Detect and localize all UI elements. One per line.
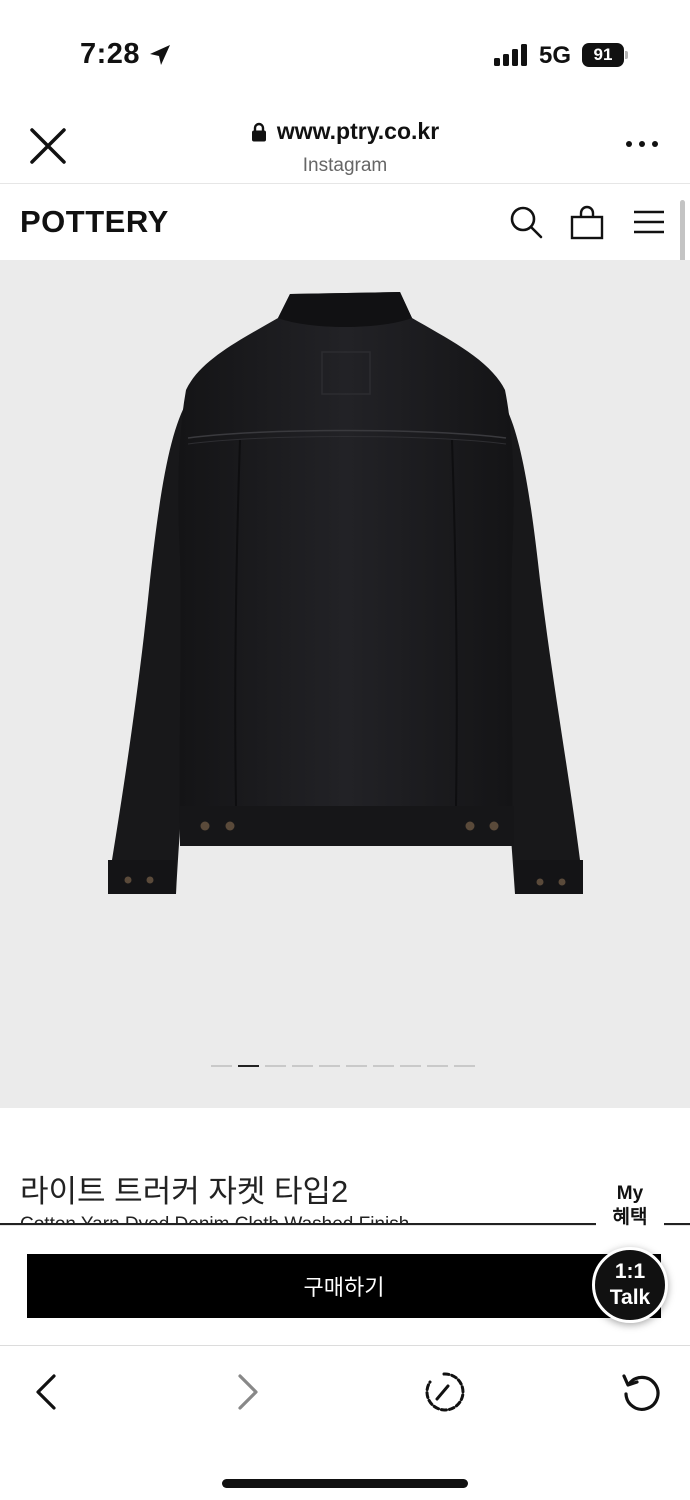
- site-header: POTTERY: [0, 184, 690, 260]
- forward-icon[interactable]: [224, 1370, 268, 1414]
- lock-icon: [251, 122, 266, 141]
- shopping-bag-icon[interactable]: [569, 204, 605, 240]
- menu-icon[interactable]: [631, 204, 667, 240]
- jacket-back-image: [108, 292, 583, 894]
- pager-dot[interactable]: [400, 1065, 421, 1067]
- pager-dot[interactable]: [265, 1065, 286, 1067]
- pager-dot[interactable]: [346, 1065, 367, 1067]
- browser-toolbar: [0, 1345, 690, 1500]
- my-benefit-label: My: [616, 1183, 644, 1204]
- pager-dot[interactable]: [319, 1065, 340, 1067]
- talk-label-2: Talk: [609, 1286, 651, 1309]
- url-source-label: Instagram: [302, 154, 388, 176]
- signal-icon: [494, 44, 527, 66]
- url-text: www.ptry.co.kr: [276, 118, 440, 144]
- battery-icon: 91: [582, 43, 628, 67]
- home-indicator[interactable]: [222, 1479, 468, 1488]
- purchase-bar: 구매하기: [0, 1225, 690, 1345]
- back-icon[interactable]: [26, 1370, 70, 1414]
- pager-dot[interactable]: [292, 1065, 313, 1067]
- gallery-pager[interactable]: [211, 1065, 475, 1067]
- search-icon[interactable]: [508, 204, 544, 240]
- pager-dot[interactable]: [427, 1065, 448, 1067]
- pager-dot[interactable]: [211, 1065, 232, 1067]
- reload-icon[interactable]: [620, 1370, 664, 1414]
- pager-dot-active[interactable]: [238, 1065, 259, 1067]
- talk-chat-button[interactable]: 1:1 Talk: [592, 1247, 668, 1323]
- pager-dot[interactable]: [373, 1065, 394, 1067]
- my-benefit-label-2: 혜택: [612, 1207, 648, 1228]
- pager-dot[interactable]: [454, 1065, 475, 1067]
- status-time: 7:28: [80, 38, 141, 70]
- product-image-gallery[interactable]: [0, 260, 690, 1108]
- site-logo[interactable]: POTTERY: [20, 204, 169, 240]
- more-options-icon[interactable]: [624, 134, 660, 154]
- network-type: 5G: [539, 42, 572, 69]
- my-benefit-button[interactable]: My 혜택: [596, 1180, 664, 1232]
- url-display[interactable]: www.ptry.co.kr Instagram: [0, 118, 690, 177]
- talk-label: 1:1: [614, 1260, 646, 1283]
- speed-icon[interactable]: [422, 1370, 466, 1414]
- status-bar: 7:28 5G 91: [0, 0, 690, 110]
- battery-level: 91: [582, 43, 624, 67]
- location-arrow-icon: [150, 45, 170, 65]
- buy-button[interactable]: 구매하기: [27, 1254, 661, 1318]
- browser-address-bar: www.ptry.co.kr Instagram: [0, 110, 690, 184]
- product-title: 라이트 트러커 자켓 타입2: [20, 1174, 349, 1209]
